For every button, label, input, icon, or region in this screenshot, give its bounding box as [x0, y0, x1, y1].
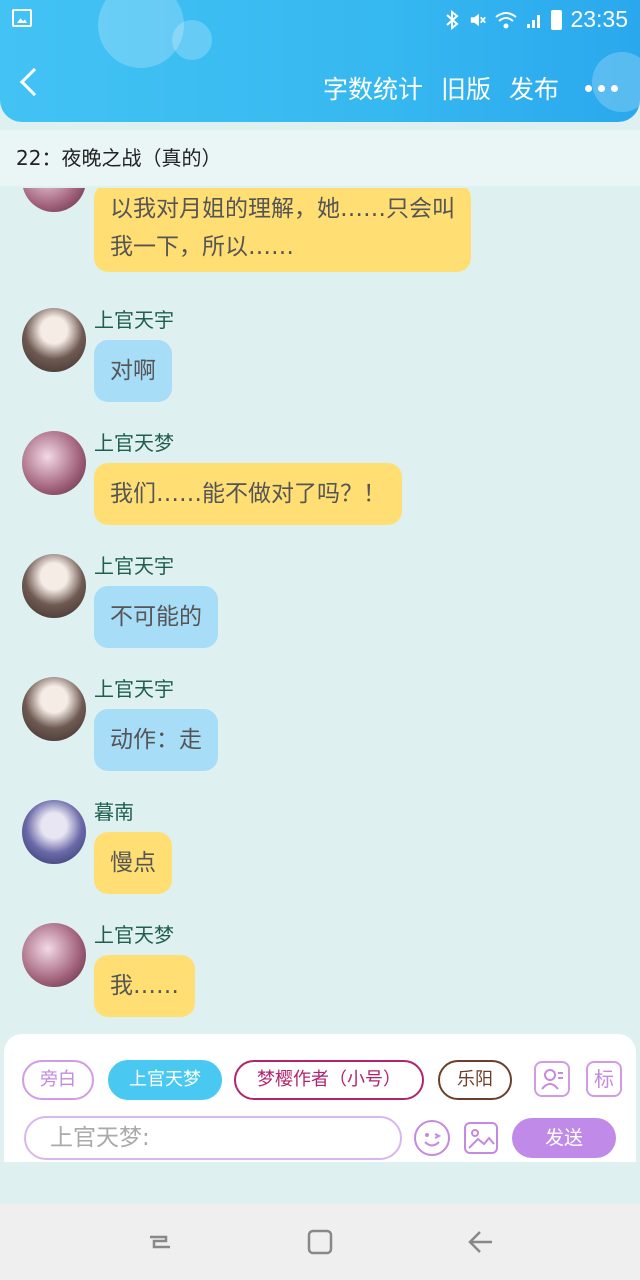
sender-name: 上官天宇: [94, 677, 174, 701]
recent-apps-icon[interactable]: [146, 1228, 174, 1256]
back-nav-icon[interactable]: [466, 1228, 494, 1256]
system-nav-bar: [0, 1204, 640, 1280]
battery-icon: [551, 9, 563, 30]
message-bubble[interactable]: 不可能的: [94, 586, 218, 648]
top-app-bar: 23:35 字数统计 旧版 发布: [0, 0, 640, 122]
sender-name: 上官天宇: [94, 308, 174, 332]
keyboard-gap: [0, 1162, 640, 1204]
composer-panel: 旁白 上官天梦 梦樱作者（小号） 乐阳 标 上官天梦: 发送: [4, 1034, 636, 1162]
avatar[interactable]: [22, 188, 86, 212]
wifi-icon: [495, 11, 518, 28]
emoji-icon[interactable]: [414, 1120, 450, 1156]
send-button[interactable]: 发送: [512, 1118, 616, 1158]
avatar[interactable]: [22, 923, 86, 987]
avatar[interactable]: [22, 554, 86, 618]
back-arrow-icon[interactable]: [19, 67, 49, 97]
bluetooth-icon: [446, 9, 459, 30]
message-input[interactable]: 上官天梦:: [24, 1116, 402, 1160]
role-chip-leyang[interactable]: 乐阳: [438, 1060, 512, 1100]
gallery-notification-icon: [12, 9, 32, 27]
message-bubble[interactable]: 动作：走: [94, 709, 218, 771]
sender-name: 上官天宇: [94, 554, 174, 578]
role-chip-tianmeng[interactable]: 上官天梦: [108, 1060, 222, 1100]
old-version-button[interactable]: 旧版: [441, 70, 491, 106]
word-count-button[interactable]: 字数统计: [323, 70, 423, 106]
home-icon[interactable]: [306, 1228, 334, 1256]
avatar[interactable]: [22, 800, 86, 864]
avatar[interactable]: [22, 308, 86, 372]
chat-list[interactable]: 以我对月姐的理解，她……只会叫 我一下，所以…… 上官天宇 对啊 上官天梦 我们…: [0, 188, 640, 1033]
mute-icon: [471, 13, 487, 26]
message-bubble[interactable]: 对啊: [94, 340, 172, 402]
image-icon[interactable]: [464, 1122, 498, 1154]
status-time: 23:35: [570, 6, 628, 32]
avatar[interactable]: [22, 431, 86, 495]
message-bubble[interactable]: 以我对月姐的理解，她……只会叫 我一下，所以……: [94, 188, 471, 272]
chapter-title: 22：夜晚之战（真的）: [0, 130, 640, 186]
role-chip-author[interactable]: 梦樱作者（小号）: [234, 1060, 424, 1100]
publish-button[interactable]: 发布: [509, 70, 559, 106]
message-text: 我一下，所以……: [110, 234, 294, 260]
message-text: 以我对月姐的理解，她……只会叫: [110, 196, 455, 222]
status-bar: 23:35: [0, 0, 640, 40]
message-bubble[interactable]: 我……: [94, 955, 195, 1017]
mark-button[interactable]: 标: [586, 1061, 622, 1097]
more-options-icon[interactable]: [585, 84, 618, 92]
signal-icon: [527, 14, 541, 28]
sender-name: 上官天梦: [94, 923, 174, 947]
message-bubble[interactable]: 慢点: [94, 832, 172, 894]
sender-name: 暮南: [94, 800, 134, 824]
message-bubble[interactable]: 我们……能不做对了吗？！: [94, 463, 402, 525]
avatar[interactable]: [22, 677, 86, 741]
person-card-icon[interactable]: [534, 1061, 570, 1097]
sender-name: 上官天梦: [94, 431, 174, 455]
role-chip-narrator[interactable]: 旁白: [22, 1060, 94, 1100]
